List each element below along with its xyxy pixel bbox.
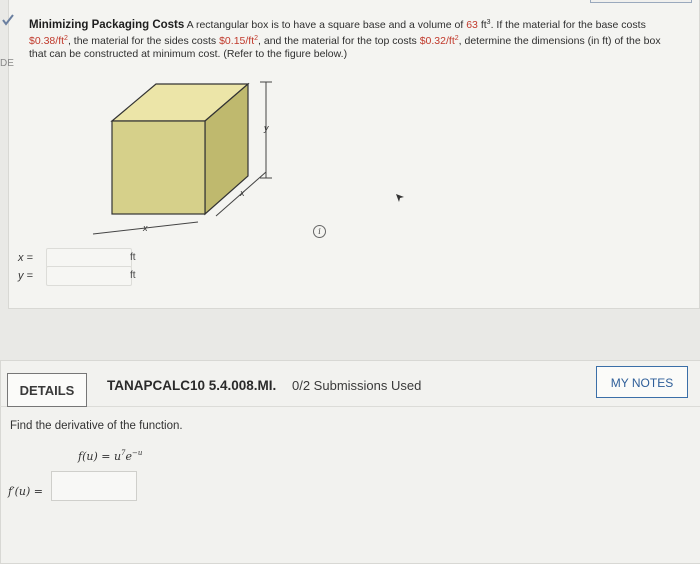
header-divider bbox=[0, 406, 700, 407]
problem-code: TANAPCALC10 5.4.008.MI. bbox=[107, 378, 277, 393]
cursor-icon bbox=[396, 194, 404, 202]
derivative-input[interactable] bbox=[51, 471, 137, 501]
x-answer-label: x = bbox=[18, 252, 33, 264]
box-figure: y x x bbox=[92, 81, 272, 235]
checkmark-icon bbox=[2, 14, 14, 26]
top-cost: $0.32/ft bbox=[419, 35, 455, 47]
y-unit: ft bbox=[130, 270, 136, 281]
function-expression: f(u) = u7e−u bbox=[78, 449, 143, 463]
x-unit: ft bbox=[130, 252, 136, 263]
side-cost: $0.15/ft bbox=[219, 35, 255, 47]
x-answer-input[interactable] bbox=[46, 248, 132, 268]
top-tab-edge bbox=[590, 0, 692, 3]
box-front-face bbox=[111, 120, 206, 215]
question-text: Find the derivative of the function. bbox=[10, 420, 183, 432]
left-margin-text: DE bbox=[0, 58, 14, 69]
x-width-label: x bbox=[142, 223, 148, 233]
y-answer-input[interactable] bbox=[46, 266, 132, 286]
my-notes-button[interactable]: MY NOTES bbox=[596, 366, 688, 398]
y-dimension-label: y bbox=[263, 123, 269, 133]
problem-title: Minimizing Packaging Costs bbox=[29, 19, 185, 31]
base-cost: $0.38/ft bbox=[29, 35, 65, 47]
derivative-label: f′(u) = bbox=[8, 485, 43, 498]
details-button[interactable]: DETAILS bbox=[7, 373, 87, 407]
volume-value: 63 bbox=[466, 19, 478, 31]
submissions-count: 0/2 Submissions Used bbox=[292, 378, 422, 393]
y-answer-label: y = bbox=[18, 270, 33, 282]
x-depth-label: x bbox=[239, 188, 245, 198]
problem-statement: Minimizing Packaging Costs A rectangular… bbox=[29, 19, 661, 60]
info-icon[interactable]: i bbox=[313, 225, 326, 238]
